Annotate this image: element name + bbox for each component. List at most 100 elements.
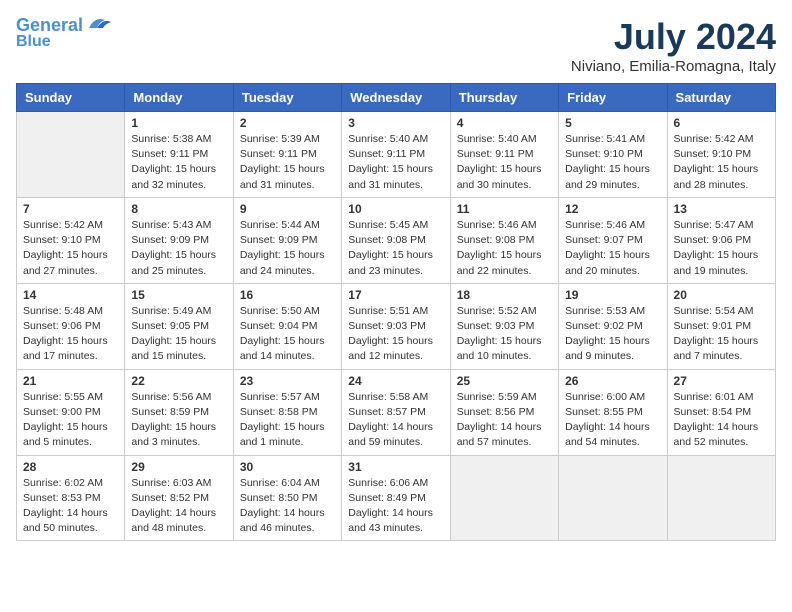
calendar-cell: 16Sunrise: 5:50 AMSunset: 9:04 PMDayligh…	[233, 283, 341, 369]
day-info: Sunrise: 5:53 AMSunset: 9:02 PMDaylight:…	[565, 304, 660, 365]
week-row-3: 14 Sunrise: 5:48 AMSunset: 9:06 PMDayligh…	[17, 283, 776, 369]
weekday-header-monday: Monday	[125, 84, 233, 112]
day-number: 31	[348, 460, 443, 474]
day-info: Sunrise: 5:38 AMSunset: 9:11 PMDaylight:…	[131, 132, 226, 193]
calendar-cell: 28 Sunrise: 6:02 AMSunset: 8:53 PMDayligh…	[17, 455, 125, 541]
calendar-cell: 20 Sunrise: 5:54 AMSunset: 9:01 PMDayligh…	[667, 283, 775, 369]
day-number: 15	[131, 288, 226, 302]
logo-blue: Blue	[16, 34, 51, 50]
calendar-cell: 3 Sunrise: 5:40 AMSunset: 9:11 PMDaylight…	[342, 112, 450, 198]
title-block: July 2024 Niviano, Emilia-Romagna, Italy	[571, 16, 776, 75]
day-info: Sunrise: 5:42 AMSunset: 9:10 PMDaylight:…	[23, 218, 118, 279]
day-number: 20	[674, 288, 769, 302]
day-number: 30	[240, 460, 335, 474]
calendar-cell: 11Sunrise: 5:46 AMSunset: 9:08 PMDayligh…	[450, 197, 558, 283]
calendar-cell: 26 Sunrise: 6:00 AMSunset: 8:55 PMDayligh…	[559, 369, 667, 455]
day-info: Sunrise: 5:48 AMSunset: 9:06 PMDaylight:…	[23, 304, 118, 365]
day-info: Sunrise: 5:52 AMSunset: 9:03 PMDaylight:…	[457, 304, 552, 365]
calendar-cell: 21 Sunrise: 5:55 AMSunset: 9:00 PMDayligh…	[17, 369, 125, 455]
calendar-cell: 14 Sunrise: 5:48 AMSunset: 9:06 PMDayligh…	[17, 283, 125, 369]
day-info: Sunrise: 5:51 AMSunset: 9:03 PMDaylight:…	[348, 304, 443, 365]
weekday-header-thursday: Thursday	[450, 84, 558, 112]
day-info: Sunrise: 6:00 AMSunset: 8:55 PMDaylight:…	[565, 390, 660, 451]
calendar-cell: 10 Sunrise: 5:45 AMSunset: 9:08 PMDayligh…	[342, 197, 450, 283]
calendar-cell: 15 Sunrise: 5:49 AMSunset: 9:05 PMDayligh…	[125, 283, 233, 369]
week-row-2: 7 Sunrise: 5:42 AMSunset: 9:10 PMDaylight…	[17, 197, 776, 283]
calendar-cell: 31 Sunrise: 6:06 AMSunset: 8:49 PMDayligh…	[342, 455, 450, 541]
day-info: Sunrise: 5:46 AMSunset: 9:07 PMDaylight:…	[565, 218, 660, 279]
calendar-cell: 24 Sunrise: 5:58 AMSunset: 8:57 PMDayligh…	[342, 369, 450, 455]
week-row-4: 21 Sunrise: 5:55 AMSunset: 9:00 PMDayligh…	[17, 369, 776, 455]
calendar-cell: 1 Sunrise: 5:38 AMSunset: 9:11 PMDaylight…	[125, 112, 233, 198]
logo-bird-icon	[85, 14, 113, 32]
calendar-cell: 19 Sunrise: 5:53 AMSunset: 9:02 PMDayligh…	[559, 283, 667, 369]
weekday-header-tuesday: Tuesday	[233, 84, 341, 112]
day-info: Sunrise: 5:54 AMSunset: 9:01 PMDaylight:…	[674, 304, 769, 365]
calendar-cell: 29 Sunrise: 6:03 AMSunset: 8:52 PMDayligh…	[125, 455, 233, 541]
day-info: Sunrise: 6:04 AMSunset: 8:50 PMDaylight:…	[240, 476, 335, 537]
day-number: 21	[23, 374, 118, 388]
logo: General Blue	[16, 16, 113, 50]
calendar-cell: 23 Sunrise: 5:57 AMSunset: 8:58 PMDayligh…	[233, 369, 341, 455]
calendar-cell	[559, 455, 667, 541]
day-number: 26	[565, 374, 660, 388]
day-info: Sunrise: 5:59 AMSunset: 8:56 PMDaylight:…	[457, 390, 552, 451]
day-number: 9	[240, 202, 335, 216]
day-number: 27	[674, 374, 769, 388]
day-number: 3	[348, 116, 443, 130]
day-number: 28	[23, 460, 118, 474]
day-number: 23	[240, 374, 335, 388]
day-number: 19	[565, 288, 660, 302]
day-info: Sunrise: 5:58 AMSunset: 8:57 PMDaylight:…	[348, 390, 443, 451]
calendar-cell: 8 Sunrise: 5:43 AMSunset: 9:09 PMDaylight…	[125, 197, 233, 283]
day-number: 2	[240, 116, 335, 130]
day-info: Sunrise: 5:40 AMSunset: 9:11 PMDaylight:…	[348, 132, 443, 193]
day-info: Sunrise: 6:01 AMSunset: 8:54 PMDaylight:…	[674, 390, 769, 451]
day-info: Sunrise: 5:45 AMSunset: 9:08 PMDaylight:…	[348, 218, 443, 279]
day-number: 6	[674, 116, 769, 130]
day-number: 25	[457, 374, 552, 388]
day-number: 22	[131, 374, 226, 388]
day-info: Sunrise: 5:57 AMSunset: 8:58 PMDaylight:…	[240, 390, 335, 451]
calendar-cell: 9 Sunrise: 5:44 AMSunset: 9:09 PMDaylight…	[233, 197, 341, 283]
day-number: 17	[348, 288, 443, 302]
calendar-cell: 25 Sunrise: 5:59 AMSunset: 8:56 PMDayligh…	[450, 369, 558, 455]
calendar-cell: 2 Sunrise: 5:39 AMSunset: 9:11 PMDaylight…	[233, 112, 341, 198]
day-info: Sunrise: 5:42 AMSunset: 9:10 PMDaylight:…	[674, 132, 769, 193]
day-info: Sunrise: 5:44 AMSunset: 9:09 PMDaylight:…	[240, 218, 335, 279]
day-info: Sunrise: 6:06 AMSunset: 8:49 PMDaylight:…	[348, 476, 443, 537]
day-info: Sunrise: 5:40 AMSunset: 9:11 PMDaylight:…	[457, 132, 552, 193]
day-number: 11	[457, 202, 552, 216]
day-info: Sunrise: 5:39 AMSunset: 9:11 PMDaylight:…	[240, 132, 335, 193]
day-number: 10	[348, 202, 443, 216]
day-number: 24	[348, 374, 443, 388]
logo-general: General	[16, 15, 83, 35]
day-info: Sunrise: 5:55 AMSunset: 9:00 PMDaylight:…	[23, 390, 118, 451]
day-number: 8	[131, 202, 226, 216]
calendar-cell	[450, 455, 558, 541]
calendar-cell: 7 Sunrise: 5:42 AMSunset: 9:10 PMDaylight…	[17, 197, 125, 283]
day-info: Sunrise: 6:02 AMSunset: 8:53 PMDaylight:…	[23, 476, 118, 537]
day-number: 29	[131, 460, 226, 474]
weekday-header-wednesday: Wednesday	[342, 84, 450, 112]
day-number: 1	[131, 116, 226, 130]
day-info: Sunrise: 5:43 AMSunset: 9:09 PMDaylight:…	[131, 218, 226, 279]
day-info: Sunrise: 5:56 AMSunset: 8:59 PMDaylight:…	[131, 390, 226, 451]
day-number: 14	[23, 288, 118, 302]
day-info: Sunrise: 5:49 AMSunset: 9:05 PMDaylight:…	[131, 304, 226, 365]
calendar-cell: 5Sunrise: 5:41 AMSunset: 9:10 PMDaylight…	[559, 112, 667, 198]
weekday-header-sunday: Sunday	[17, 84, 125, 112]
day-number: 7	[23, 202, 118, 216]
calendar-cell: 22 Sunrise: 5:56 AMSunset: 8:59 PMDayligh…	[125, 369, 233, 455]
weekday-header-friday: Friday	[559, 84, 667, 112]
calendar-cell	[17, 112, 125, 198]
week-row-1: 1 Sunrise: 5:38 AMSunset: 9:11 PMDaylight…	[17, 112, 776, 198]
day-number: 18	[457, 288, 552, 302]
day-info: Sunrise: 6:03 AMSunset: 8:52 PMDaylight:…	[131, 476, 226, 537]
calendar-table: SundayMondayTuesdayWednesdayThursdayFrid…	[16, 83, 776, 541]
page-header: General Blue July 2024 Niviano, Emilia-R…	[16, 16, 776, 75]
weekday-header-saturday: Saturday	[667, 84, 775, 112]
day-info: Sunrise: 5:41 AMSunset: 9:10 PMDaylight:…	[565, 132, 660, 193]
calendar-cell: 4Sunrise: 5:40 AMSunset: 9:11 PMDaylight…	[450, 112, 558, 198]
calendar-cell: 6 Sunrise: 5:42 AMSunset: 9:10 PMDaylight…	[667, 112, 775, 198]
